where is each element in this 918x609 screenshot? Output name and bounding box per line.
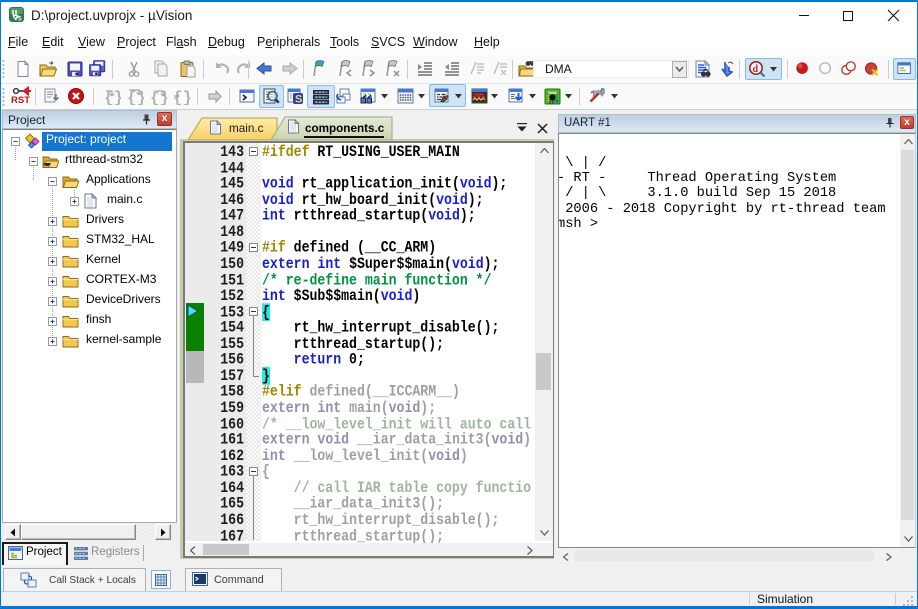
svg-text:{}: {} <box>127 89 144 105</box>
svg-text:d: d <box>753 64 759 75</box>
svg-text:S: S <box>295 94 302 106</box>
svg-text:{}: {} <box>173 89 190 105</box>
svg-text:5: 5 <box>18 16 22 23</box>
